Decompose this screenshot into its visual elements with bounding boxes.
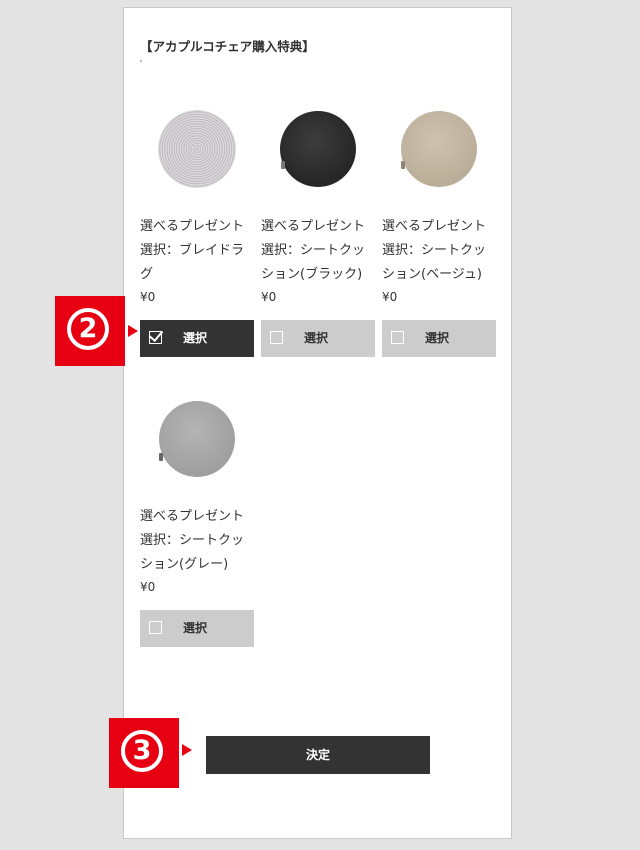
- product-name: 選べるプレゼント 選択：シートクッション(ベージュ): [382, 219, 487, 282]
- checkbox-unchecked-icon: [270, 331, 283, 344]
- select-button-label: 選択: [425, 331, 450, 345]
- product-image[interactable]: [140, 103, 254, 203]
- product-price: ¥0: [261, 290, 277, 304]
- step-number: 2: [67, 308, 109, 350]
- gift-selection-panel: 【アカプルコチェア購入特典】 選べるプレゼント 選択：ブレイドラグ ¥0 選択 …: [123, 7, 512, 839]
- checkbox-unchecked-icon: [149, 621, 162, 634]
- checkbox-unchecked-icon: [391, 331, 404, 344]
- black-cushion-image: [280, 111, 356, 187]
- select-button-label: 選択: [304, 331, 329, 345]
- product-card-cushion-beige: 選べるプレゼント 選択：シートクッション(ベージュ) ¥0 選択: [382, 103, 496, 357]
- braid-rug-image: [159, 111, 235, 187]
- select-button-cushion-beige[interactable]: 選択: [382, 320, 496, 357]
- confirm-button[interactable]: 決定: [206, 736, 430, 774]
- checkbox-checked-icon: [148, 326, 164, 344]
- select-button-cushion-black[interactable]: 選択: [261, 320, 375, 357]
- pointer-arrow-icon: [182, 744, 192, 756]
- select-button-label: 選択: [183, 621, 208, 635]
- step-marker-3: 3: [109, 718, 179, 788]
- product-card-cushion-gray: 選べるプレゼント 選択：シートクッション(グレー) ¥0 選択: [140, 393, 254, 647]
- gray-cushion-image: [159, 401, 235, 477]
- select-button-braid-rug[interactable]: 選択: [140, 320, 254, 357]
- product-card-braid-rug: 選べるプレゼント 選択：ブレイドラグ ¥0 選択: [140, 103, 254, 357]
- product-card-cushion-black: 選べるプレゼント 選択：シートクッション(ブラック) ¥0 選択: [261, 103, 375, 357]
- section-title: 【アカプルコチェア購入特典】: [140, 39, 315, 54]
- step-number: 3: [121, 730, 163, 772]
- product-name: 選べるプレゼント 選択：シートクッション(ブラック): [261, 219, 366, 282]
- pointer-arrow-icon: [128, 325, 138, 337]
- product-name: 選べるプレゼント 選択：ブレイドラグ: [140, 219, 245, 282]
- product-image[interactable]: [140, 393, 254, 493]
- product-name: 選べるプレゼント 選択：シートクッション(グレー): [140, 509, 245, 572]
- product-price: ¥0: [382, 290, 398, 304]
- select-button-label: 選択: [183, 331, 208, 345]
- product-price: ¥0: [140, 290, 156, 304]
- select-button-cushion-gray[interactable]: 選択: [140, 610, 254, 647]
- step-marker-2: 2: [55, 296, 125, 366]
- product-image[interactable]: [261, 103, 375, 203]
- product-price: ¥0: [140, 580, 156, 594]
- product-image[interactable]: [382, 103, 496, 203]
- beige-cushion-image: [401, 111, 477, 187]
- divider-dot: [140, 60, 142, 62]
